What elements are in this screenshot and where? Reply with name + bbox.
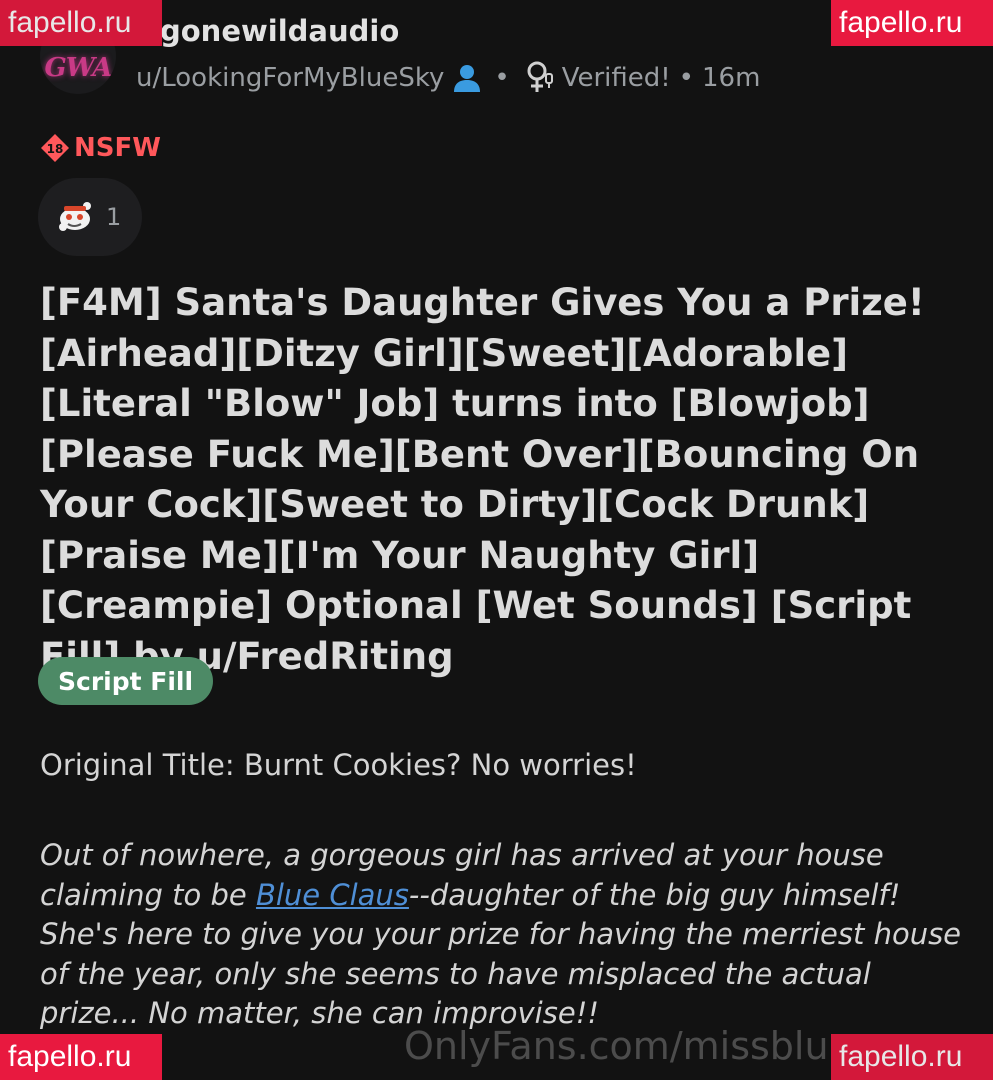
avatar-logo-text: GWA (44, 53, 113, 83)
original-title-text: Original Title: Burnt Cookies? No worrie… (40, 748, 637, 782)
author-username[interactable]: u/LookingForMyBlueSky (136, 63, 444, 93)
nsfw-label: NSFW (74, 133, 161, 163)
post-flair-script-fill[interactable]: Script Fill (38, 657, 214, 705)
blue-claus-link[interactable]: Blue Claus (256, 878, 409, 912)
award-button[interactable]: 1 (38, 178, 142, 256)
meta-separator-2: • (678, 63, 695, 93)
onlyfans-watermark: OnlyFans.com/missblu (404, 1024, 829, 1068)
nsfw-tag: 18 NSFW (40, 133, 161, 163)
post-body: Out of nowhere, a gorgeous girl has arri… (40, 836, 970, 1034)
subreddit-name[interactable]: gonewildaudio (160, 14, 399, 48)
person-icon (452, 63, 482, 93)
snoo-award-icon (56, 197, 96, 237)
post-time: 16m (702, 63, 761, 93)
award-count: 1 (106, 203, 122, 231)
watermark-bottom-left: fapello.ru (0, 1034, 162, 1080)
meta-separator: • (494, 63, 510, 93)
nsfw-badge-text: 18 (47, 142, 64, 156)
female-verified-icon (522, 60, 558, 96)
post-title[interactable]: [F4M] Santa's Daughter Gives You a Prize… (40, 278, 960, 682)
user-flair-verified: Verified! (561, 63, 671, 93)
watermark-bottom-right: fapello.ru (831, 1034, 993, 1080)
post-meta: u/LookingForMyBlueSky • Verified! • 16m (136, 60, 760, 96)
watermark-top-left: fapello.ru (0, 0, 162, 46)
watermark-top-right: fapello.ru (831, 0, 993, 46)
nsfw-18-icon: 18 (40, 133, 70, 163)
